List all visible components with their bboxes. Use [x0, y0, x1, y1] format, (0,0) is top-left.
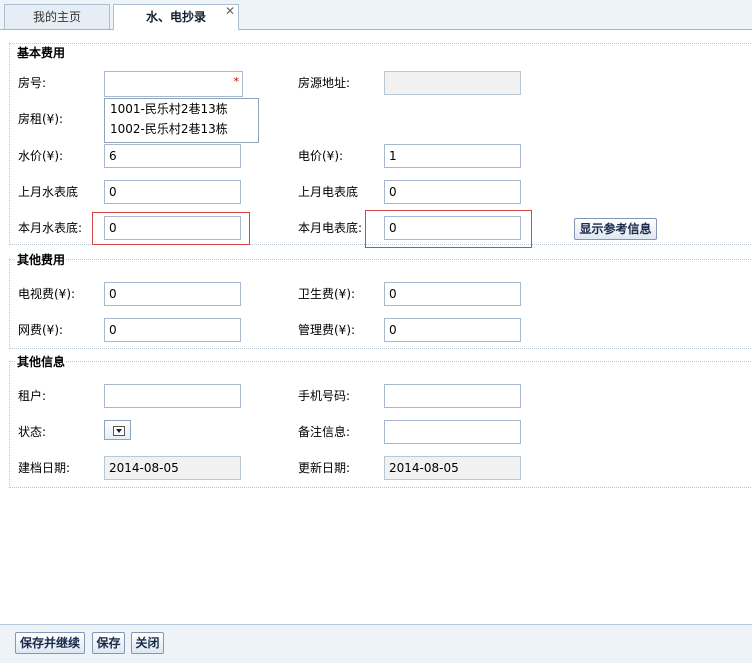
- other-fees-legend: 其他费用: [16, 251, 67, 268]
- tenant-input[interactable]: [104, 384, 241, 408]
- created-date-value: 2014-08-05: [109, 461, 179, 475]
- last-elec-label: 上月电表底: [298, 185, 359, 199]
- updated-date-value: 2014-08-05: [389, 461, 459, 475]
- last-water-input[interactable]: 0: [104, 180, 241, 204]
- tenant-label: 租户:: [18, 389, 47, 403]
- mgmt-fee-label: 管理费(¥):: [298, 323, 356, 337]
- last-elec-value: 0: [389, 185, 397, 199]
- cur-elec-value: 0: [389, 221, 397, 235]
- cur-water-value: 0: [109, 221, 117, 235]
- tab-bar: 我的主页 水、电抄录 ✕: [0, 0, 752, 30]
- elec-price-input[interactable]: 1: [384, 144, 521, 168]
- cur-elec-input[interactable]: 0: [384, 216, 521, 240]
- footer-toolbar: 保存并继续 保存 关闭: [0, 624, 752, 663]
- cur-water-label: 本月水表底:: [18, 221, 83, 235]
- close-icon[interactable]: ✕: [225, 0, 235, 23]
- elec-price-value: 1: [389, 149, 397, 163]
- water-price-label: 水价(¥):: [18, 149, 64, 163]
- net-fee-input[interactable]: 0: [104, 318, 241, 342]
- last-water-label: 上月水表底: [18, 185, 79, 199]
- net-fee-value: 0: [109, 323, 117, 337]
- address-input[interactable]: [384, 71, 521, 95]
- phone-input[interactable]: [384, 384, 521, 408]
- water-price-input[interactable]: 6: [104, 144, 241, 168]
- elec-price-label: 电价(¥):: [298, 149, 344, 163]
- dropdown-item[interactable]: 1001-民乐村2巷13栋: [105, 99, 258, 119]
- tab-home-label: 我的主页: [32, 10, 81, 24]
- address-label: 房源地址:: [298, 76, 351, 90]
- updated-date-input[interactable]: 2014-08-05: [384, 456, 521, 480]
- room-no-label: 房号:: [18, 76, 47, 90]
- required-mark: *: [233, 75, 240, 88]
- cur-water-input[interactable]: 0: [104, 216, 241, 240]
- sanitation-fee-value: 0: [389, 287, 397, 301]
- save-button[interactable]: 保存: [92, 632, 125, 654]
- note-input[interactable]: [384, 420, 521, 444]
- show-reference-button[interactable]: 显示参考信息: [574, 218, 657, 240]
- rent-label: 房租(¥):: [18, 112, 64, 126]
- tv-fee-value: 0: [109, 287, 117, 301]
- tv-fee-label: 电视费(¥):: [18, 287, 76, 301]
- sanitation-fee-label: 卫生费(¥):: [298, 287, 356, 301]
- last-water-value: 0: [109, 185, 117, 199]
- tab-water-electric-label: 水、电抄录: [145, 10, 206, 24]
- created-date-input[interactable]: 2014-08-05: [104, 456, 241, 480]
- note-label: 备注信息:: [298, 425, 351, 439]
- other-info-legend: 其他信息: [16, 353, 67, 370]
- updated-date-label: 更新日期:: [298, 461, 351, 475]
- save-continue-button[interactable]: 保存并继续: [15, 632, 85, 654]
- close-button[interactable]: 关闭: [131, 632, 164, 654]
- tab-home[interactable]: 我的主页: [4, 4, 110, 29]
- tab-water-electric[interactable]: 水、电抄录 ✕: [113, 4, 239, 30]
- room-no-dropdown: 1001-民乐村2巷13栋 1002-民乐村2巷13栋: [104, 98, 259, 143]
- last-elec-input[interactable]: 0: [384, 180, 521, 204]
- dropdown-item[interactable]: 1002-民乐村2巷13栋: [105, 119, 258, 139]
- water-price-value: 6: [109, 149, 117, 163]
- net-fee-label: 网费(¥):: [18, 323, 64, 337]
- chevron-down-icon: [113, 426, 125, 436]
- status-select[interactable]: [104, 420, 131, 440]
- sanitation-fee-input[interactable]: 0: [384, 282, 521, 306]
- mgmt-fee-input[interactable]: 0: [384, 318, 521, 342]
- cur-elec-label: 本月电表底:: [298, 221, 363, 235]
- tv-fee-input[interactable]: 0: [104, 282, 241, 306]
- form-content: 基本费用 房号: * 房源地址: 房租(¥): 水价(¥): 6 电价(¥): …: [0, 30, 752, 622]
- mgmt-fee-value: 0: [389, 323, 397, 337]
- created-date-label: 建档日期:: [18, 461, 71, 475]
- status-label: 状态:: [18, 425, 47, 439]
- phone-label: 手机号码:: [298, 389, 351, 403]
- room-no-input[interactable]: *: [104, 71, 243, 97]
- basic-fees-legend: 基本费用: [16, 44, 67, 61]
